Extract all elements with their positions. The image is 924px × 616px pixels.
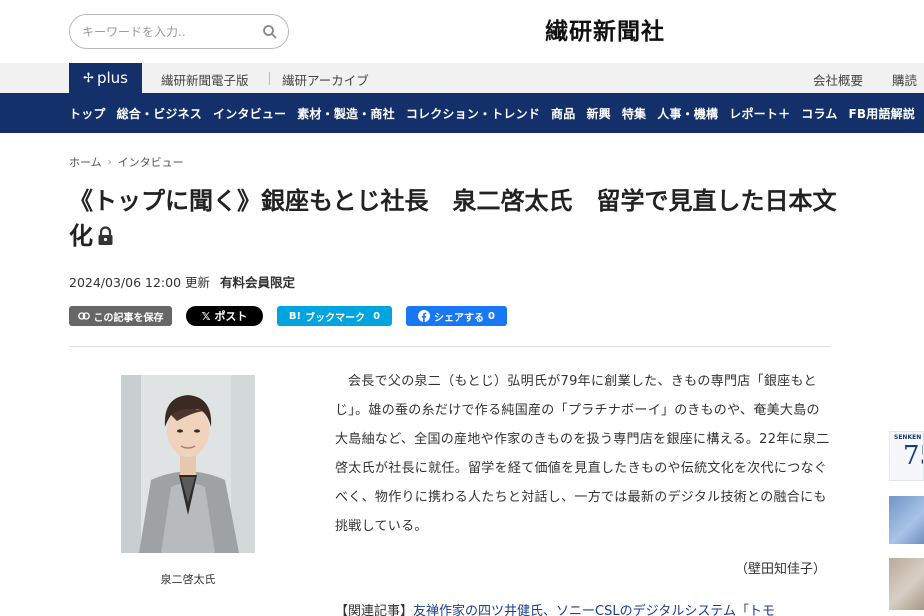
nav-item-business[interactable]: 総合・ビジネス <box>117 105 202 122</box>
banner-small-text: SENKEN <box>894 434 922 441</box>
search-icon[interactable] <box>262 24 278 40</box>
article-body: 会長で父の泉二（もとじ）弘明氏が79年に創業した、きもの専門店「銀座もとじ」。雄… <box>335 374 830 534</box>
nav-item-interview[interactable]: インタビュー <box>213 105 286 122</box>
sub-link-archive[interactable]: 繊研アーカイブ <box>282 70 369 89</box>
nav-item-report[interactable]: レポート＋ <box>729 105 790 122</box>
members-only-label: 有料会員限定 <box>220 275 296 290</box>
breadcrumb: ホーム › インタビュー <box>69 154 184 170</box>
banner-number: 75 <box>903 441 923 471</box>
related-label: 【関連記事】 <box>335 604 414 616</box>
portrait-illustration <box>121 375 255 553</box>
nav-item-features[interactable]: 特集 <box>622 105 646 122</box>
plus-label: plus <box>96 69 128 87</box>
nav-item-emerging[interactable]: 新興 <box>586 105 610 122</box>
article-title: 《トップに聞く》銀座もとじ社長 泉二啓太氏 留学で見直した日本文化 <box>69 184 839 254</box>
sub-bar: ✢ plus 繊研新聞電子版 繊研アーカイブ 会社概要 購読 <box>0 63 924 93</box>
article-date: 2024/03/06 12:00 <box>69 275 182 290</box>
article-meta: 2024/03/06 12:00 更新 有料会員限定 <box>69 272 295 291</box>
site-logo[interactable]: 繊研新聞社 <box>545 12 665 46</box>
x-logo-icon: 𝕏 <box>201 309 211 323</box>
nav-item-column[interactable]: コラム <box>801 105 837 122</box>
hatena-label: ブックマーク <box>305 312 366 324</box>
divider <box>69 346 831 347</box>
facebook-share-button[interactable]: シェアする 0 <box>406 306 507 326</box>
nav-item-glossary[interactable]: FB用語解説 <box>849 105 916 122</box>
search-box[interactable] <box>69 14 289 49</box>
side-banner-3[interactable] <box>889 558 924 610</box>
reporter-credit: （壁田知佳子） <box>735 562 827 577</box>
save-article-label: この記事を保存 <box>93 312 164 324</box>
top-header: 繊研新聞社 <box>0 0 924 63</box>
breadcrumb-home[interactable]: ホーム <box>69 154 102 170</box>
related-article-link[interactable]: 友禅作家の四ツ井健氏、ソニーCSLのデジタルシステム「トモ <box>413 604 775 616</box>
hatena-bookmark-button[interactable]: B! ブックマーク 0 <box>277 306 392 326</box>
sub-link-digital[interactable]: 繊研新聞電子版 <box>161 70 249 89</box>
updated-label: 更新 <box>185 275 211 290</box>
link-icon <box>77 312 90 320</box>
nav-item-personnel[interactable]: 人事・機構 <box>657 105 718 122</box>
sub-divider <box>269 72 270 85</box>
breadcrumb-interview[interactable]: インタビュー <box>118 154 184 170</box>
hatena-count: 0 <box>373 310 381 322</box>
plus-tab[interactable]: ✢ plus <box>69 63 142 93</box>
sub-link-subscribe[interactable]: 購読 <box>892 70 917 89</box>
nav-item-top[interactable]: トップ <box>69 105 106 122</box>
save-article-button[interactable]: この記事を保存 <box>69 306 172 326</box>
nav-item-products[interactable]: 商品 <box>551 105 575 122</box>
nav-item-materials[interactable]: 素材・製造・商社 <box>297 105 395 122</box>
hatena-icon: B! <box>288 310 302 322</box>
facebook-icon <box>418 310 431 322</box>
photo-caption: 泉二啓太氏 <box>160 573 216 586</box>
article-title-text: 《トップに聞く》銀座もとじ社長 泉二啓太氏 留学で見直した日本文化 <box>69 187 837 250</box>
facebook-label: シェアする <box>434 312 485 324</box>
side-banner-2[interactable] <box>889 496 924 544</box>
plus-icon: ✢ <box>83 70 94 86</box>
chevron-right-icon: › <box>107 156 112 168</box>
side-banner-75th[interactable]: SENKEN 75 <box>889 431 924 481</box>
sub-link-company[interactable]: 会社概要 <box>813 70 863 89</box>
x-post-button[interactable]: 𝕏 ポスト <box>186 306 263 326</box>
search-input[interactable] <box>82 23 252 41</box>
main-nav: トップ 総合・ビジネス インタビュー 素材・製造・商社 コレクション・トレンド … <box>0 93 924 133</box>
x-post-label: ポスト <box>214 310 248 323</box>
portrait-photo <box>121 375 255 553</box>
facebook-count: 0 <box>488 310 495 322</box>
nav-item-collection[interactable]: コレクション・トレンド <box>406 105 540 122</box>
lock-icon <box>98 226 113 245</box>
related-article: 【関連記事】友禅作家の四ツ井健氏、ソニーCSLのデジタルシステム「トモ <box>335 600 775 616</box>
